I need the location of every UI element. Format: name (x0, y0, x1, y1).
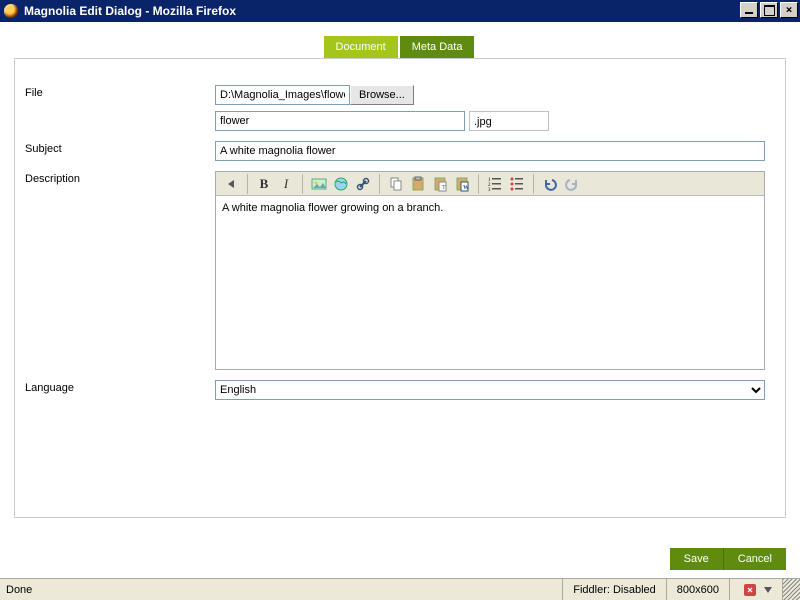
label-language: Language (25, 380, 215, 394)
rte-toolbar: B I T W 123 (216, 172, 764, 196)
file-path-input[interactable] (215, 85, 350, 105)
label-description: Description (25, 171, 215, 185)
label-subject: Subject (25, 141, 215, 155)
status-fiddler[interactable]: Fiddler: Disabled (562, 579, 666, 600)
svg-text:T: T (442, 185, 446, 191)
save-button[interactable]: Save (670, 548, 724, 570)
row-language: Language English (25, 380, 765, 400)
status-text: Done (0, 584, 562, 596)
tab-metadata[interactable]: Meta Data (400, 36, 475, 58)
dialog-actions: Save Cancel (670, 548, 786, 570)
row-file: File Browse... .jpg (25, 85, 765, 131)
subject-input[interactable] (215, 141, 765, 161)
language-select[interactable]: English (215, 380, 765, 400)
description-textarea[interactable] (216, 196, 764, 366)
file-extension: .jpg (469, 111, 549, 131)
italic-button[interactable]: I (276, 174, 296, 194)
tab-panel-document: File Browse... .jpg Subject Description (14, 58, 786, 518)
rte-expand-icon[interactable] (221, 174, 241, 194)
svg-text:3: 3 (488, 188, 491, 192)
edit-dialog: Document Meta Data File Browse... .jpg S… (14, 36, 786, 592)
label-file: File (25, 85, 215, 99)
window-minimize-button[interactable] (740, 2, 758, 18)
copy-icon[interactable] (386, 174, 406, 194)
tab-document[interactable]: Document (324, 36, 398, 58)
row-subject: Subject (25, 141, 765, 161)
paste-text-icon[interactable]: T (430, 174, 450, 194)
paste-word-icon[interactable]: W (452, 174, 472, 194)
firefox-icon (4, 4, 18, 18)
cancel-button[interactable]: Cancel (724, 548, 786, 570)
rich-text-editor: B I T W 123 (215, 171, 765, 370)
resize-grip[interactable] (782, 579, 800, 600)
redo-icon[interactable] (562, 174, 582, 194)
paste-icon[interactable] (408, 174, 428, 194)
window-close-button[interactable]: × (780, 2, 798, 18)
window-title: Magnolia Edit Dialog - Mozilla Firefox (24, 4, 236, 18)
window-maximize-button[interactable] (760, 2, 778, 18)
row-description: Description B I T (25, 171, 765, 370)
globe-icon[interactable] (331, 174, 351, 194)
status-adblock[interactable] (729, 579, 782, 600)
undo-icon[interactable] (540, 174, 560, 194)
insert-image-icon[interactable] (309, 174, 329, 194)
adblock-icon (744, 584, 756, 596)
status-dimensions: 800x600 (666, 579, 729, 600)
link-icon[interactable] (353, 174, 373, 194)
browse-button[interactable]: Browse... (350, 85, 414, 105)
unordered-list-icon[interactable] (507, 174, 527, 194)
status-bar: Done Fiddler: Disabled 800x600 (0, 578, 800, 600)
svg-text:W: W (463, 185, 469, 191)
bold-button[interactable]: B (254, 174, 274, 194)
file-name-input[interactable] (215, 111, 465, 131)
dialog-tabs: Document Meta Data (14, 36, 786, 58)
ordered-list-icon[interactable]: 123 (485, 174, 505, 194)
window-titlebar: Magnolia Edit Dialog - Mozilla Firefox × (0, 0, 800, 22)
